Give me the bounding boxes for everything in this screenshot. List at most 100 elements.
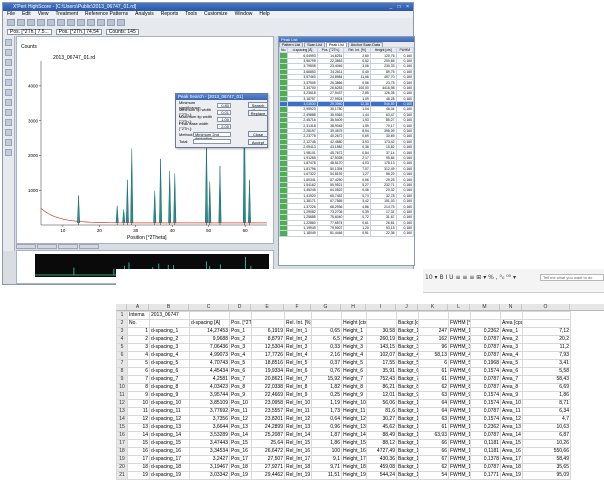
excel-cell[interactable]: 0,0787 [470,351,501,360]
excel-cell[interactable]: 0,1574 [470,415,501,424]
excel-cell[interactable]: Area_14 [500,431,523,440]
excel-cell[interactable]: Pos_2 [229,335,252,344]
excel-cell[interactable]: 162 [418,335,449,344]
diffraction-peak[interactable] [218,165,222,223]
excel-cell[interactable]: 1,86 [311,439,342,448]
excel-cell[interactable]: Area_17 [500,455,523,464]
excel-cell[interactable]: 6 [127,367,150,376]
tab-pattern-overview[interactable] [58,244,78,249]
excel-cell[interactable]: Height [cts] [341,319,367,328]
pointer-tool-icon[interactable] [5,39,12,46]
accept-button[interactable]: Accept [248,139,268,145]
excel-cell[interactable]: FWHM_7 [448,375,471,384]
excel-cell[interactable]: d-spacing [Å] [189,319,230,328]
excel-cell[interactable]: 62 [418,383,449,392]
excel-cell[interactable]: d-spacing_18 [149,463,190,472]
column-header[interactable]: G [311,304,341,310]
excel-cell[interactable] [500,311,523,320]
excel-cell[interactable]: Height_9 [341,391,367,400]
excel-cell[interactable]: 0,1574 [470,399,501,408]
column-header[interactable]: I [366,304,396,310]
excel-cell[interactable]: 0,0787 [470,383,501,392]
excel-cell[interactable]: Rel_Int_10 [284,399,312,408]
method-select[interactable]: Minimum 2nd derivative [193,131,231,140]
menu-treatment[interactable]: Treatment [55,11,78,18]
excel-cell[interactable]: 0,76 [311,367,342,376]
excel-cell[interactable]: 17,55 [366,359,397,368]
excel-cell[interactable]: d-spacing_16 [149,447,190,456]
excel-cell[interactable]: d-spacing_12 [149,415,190,424]
excel-cell[interactable]: Pos_17 [229,455,252,464]
excel-cell[interactable]: 7 [127,375,150,384]
print-icon[interactable] [27,19,35,26]
excel-cell[interactable]: Height_2 [341,335,367,344]
graph-icon[interactable] [87,19,95,26]
excel-cell[interactable]: Area_7 [500,375,523,384]
excel-cell[interactable]: d-spacing_2 [149,335,190,344]
menu-analysis[interactable]: Analysis [135,11,154,18]
excel-cell[interactable]: Backgr_19 [396,471,419,480]
excel-cell[interactable]: 11,2 [522,343,571,352]
excel-cell[interactable]: Area_4 [500,351,523,360]
excel-cell[interactable]: 95,09 [522,471,571,480]
diffraction-peak[interactable] [77,195,80,223]
excel-cell[interactable]: Pos_8 [229,383,252,392]
excel-cell[interactable]: 9 [127,391,150,400]
excel-cell[interactable]: Backgr_4 [396,351,419,360]
excel-cell[interactable]: 81,6 [366,407,397,416]
diffraction-peak[interactable] [122,209,126,223]
excel-cell[interactable]: 6,34 [522,407,571,416]
excel-cell[interactable]: 54 [418,471,449,480]
excel-cell[interactable]: 102,07 [366,351,397,360]
excel-cell[interactable]: Rel_Int_19 [284,471,312,480]
excel-cell[interactable]: Backgr_14 [396,431,419,440]
excel-cell[interactable]: FWHM_1 [448,327,471,336]
excel-cell[interactable]: 0,96 [311,423,342,432]
excel-cell[interactable]: 20,2 [522,335,571,344]
excel-cell[interactable]: 8,71 [522,399,571,408]
excel-cell[interactable]: 7,12 [522,327,571,336]
excel-cell[interactable]: FWHM_12 [448,415,471,424]
menu-tools[interactable]: Tools [185,11,197,18]
excel-cell[interactable]: 67 [418,455,449,464]
diffraction-peak[interactable] [115,205,119,223]
excel-cell[interactable]: 35,65 [522,463,571,472]
excel-cell[interactable] [189,311,230,320]
excel-cell[interactable]: 23,0958 [251,399,285,408]
excel-cell[interactable]: 6,5 [311,335,342,344]
menu-window[interactable]: Window [235,11,253,18]
excel-cell[interactable]: 6,1919 [251,327,285,336]
excel-cell[interactable]: 143,15 [366,343,397,352]
close-button[interactable]: Close [248,131,268,137]
excel-cell[interactable]: 12 [127,415,150,424]
excel-cell[interactable]: 63 [418,415,449,424]
excel-cell[interactable] [311,311,342,320]
zoom-tool-icon[interactable] [5,49,12,56]
excel-cell[interactable]: 1,87 [311,431,342,440]
excel-cell[interactable]: 30,27 [366,415,397,424]
excel-cell[interactable]: Pos_9 [229,391,252,400]
excel-cell[interactable]: Height_11 [341,407,367,416]
open-icon[interactable] [7,19,15,26]
excel-cell[interactable]: 26,6472 [251,447,285,456]
excel-cell[interactable]: FWHM_17 [448,455,471,464]
excel-cell[interactable]: FWHM_18 [448,463,471,472]
excel-cell[interactable]: FWHM_16 [448,447,471,456]
excel-cell[interactable]: 66 [418,439,449,448]
excel-cell[interactable]: Height_3 [341,343,367,352]
excel-cell[interactable] [341,311,367,320]
excel-cell[interactable]: 6 [418,359,449,368]
table-icon[interactable] [97,19,105,26]
excel-cell[interactable]: 10 [127,399,150,408]
excel-cell[interactable]: 5 [127,359,150,368]
excel-cell[interactable]: Rel_Int_12 [284,415,312,424]
counts-field[interactable]: Counts: 145 [105,29,139,35]
excel-cell[interactable]: 4,03423 [189,383,230,392]
excel-cell[interactable]: 30,58 [366,327,397,336]
excel-cell[interactable]: 3 [127,343,150,352]
excel-cell[interactable]: Pos_12 [229,415,252,424]
excel-cell[interactable]: Backgr_8 [396,383,419,392]
tab-additional-graphics[interactable] [37,244,57,249]
excel-cell[interactable]: Rel_Int_1 [284,327,312,336]
column-header[interactable]: K [418,304,448,310]
